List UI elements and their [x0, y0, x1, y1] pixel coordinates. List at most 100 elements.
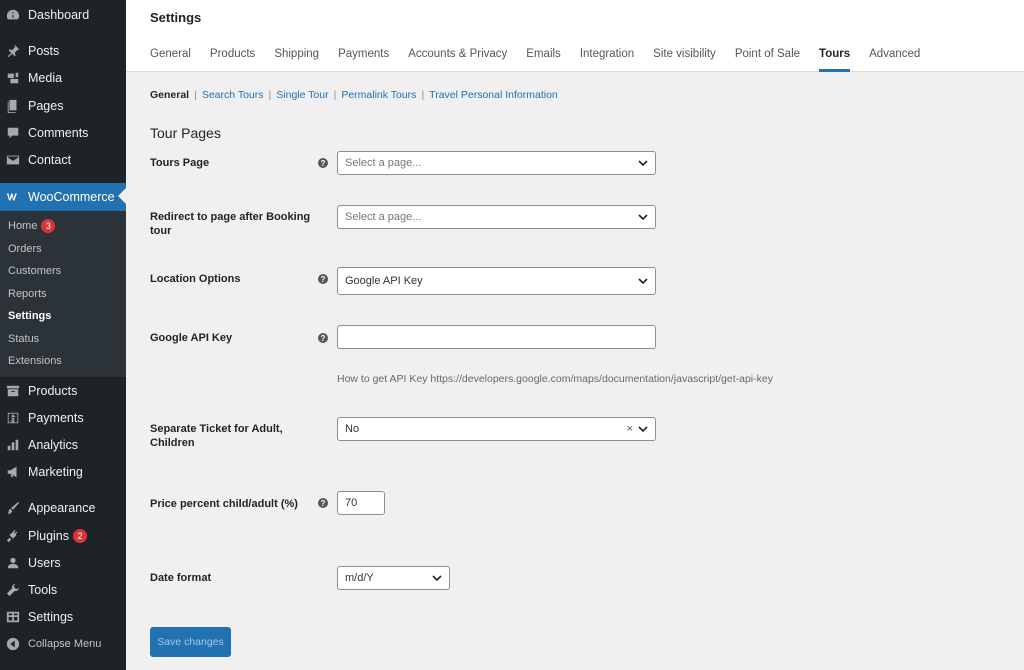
- sidebar-item-label: Marketing: [28, 465, 83, 479]
- mail-icon: [6, 153, 20, 167]
- sidebar-item-label: Posts: [28, 44, 60, 58]
- tab-shipping[interactable]: Shipping: [274, 48, 319, 72]
- sidebar-item-users[interactable]: Users: [0, 550, 126, 576]
- dashboard-icon: [6, 8, 20, 22]
- sidebar-item-payments[interactable]: Payments: [0, 405, 126, 431]
- sidebar-item-comments[interactable]: Comments: [0, 120, 126, 146]
- update-count-badge: 2: [73, 529, 87, 543]
- chevron-down-icon: [432, 575, 442, 582]
- location-options-label: Location Options: [150, 273, 241, 285]
- help-icon[interactable]: ?: [318, 333, 328, 343]
- section-title: Tour Pages: [150, 125, 221, 141]
- tours-page-select[interactable]: Select a page...: [337, 151, 656, 175]
- tab-products[interactable]: Products: [210, 48, 255, 72]
- sidebar-item-label: Comments: [28, 126, 89, 140]
- update-count-badge: 3: [41, 219, 56, 233]
- sidebar-item-products[interactable]: Products: [0, 378, 126, 404]
- submenu-item-settings[interactable]: Settings: [8, 307, 51, 325]
- admin-sidebar: Dashboard Posts Media Pages Comments Con…: [0, 0, 126, 670]
- subnav-permalink-tours[interactable]: Permalink Tours: [341, 89, 416, 101]
- submenu-item-home[interactable]: Home 3: [8, 217, 56, 235]
- tab-general[interactable]: General: [150, 48, 191, 72]
- sidebar-item-label: Appearance: [28, 501, 96, 515]
- sidebar-item-label: Analytics: [28, 438, 79, 452]
- sidebar-item-marketing[interactable]: Marketing: [0, 459, 126, 485]
- submenu-item-orders[interactable]: Orders: [8, 240, 42, 258]
- subnav-separator: |: [194, 89, 197, 101]
- date-format-select[interactable]: m/d/Y: [337, 566, 450, 590]
- dollar-icon: [6, 411, 20, 425]
- tours-page-label: Tours Page: [150, 157, 210, 169]
- submenu-item-status[interactable]: Status: [8, 330, 39, 348]
- user-icon: [6, 556, 20, 570]
- select-value: m/d/Y: [345, 572, 374, 584]
- sidebar-item-settings[interactable]: Settings: [0, 604, 126, 630]
- sidebar-item-posts[interactable]: Posts: [0, 38, 126, 64]
- select-value: No: [345, 423, 360, 435]
- subnav-search-tours[interactable]: Search Tours: [202, 89, 264, 101]
- sidebar-item-appearance[interactable]: Appearance: [0, 495, 126, 521]
- tab-integration[interactable]: Integration: [580, 48, 634, 72]
- sidebar-item-analytics[interactable]: Analytics: [0, 432, 126, 458]
- subnav-separator: |: [421, 89, 425, 101]
- help-icon[interactable]: ?: [318, 158, 328, 168]
- pin-icon: [6, 44, 20, 58]
- sidebar-item-pages[interactable]: Pages: [0, 93, 126, 119]
- plugin-icon: [6, 529, 20, 543]
- subnav-separator: |: [333, 89, 337, 101]
- submenu-item-customers[interactable]: Customers: [8, 262, 61, 280]
- page-title: Settings: [150, 10, 202, 25]
- clear-icon[interactable]: ×: [627, 423, 633, 435]
- select-placeholder: Select a page...: [345, 157, 422, 169]
- save-changes-button[interactable]: Save changes: [150, 627, 231, 657]
- tab-tours[interactable]: Tours: [819, 48, 851, 72]
- date-format-label: Date format: [150, 572, 212, 584]
- tab-site-visibility[interactable]: Site visibility: [653, 48, 716, 72]
- price-percent-input[interactable]: [337, 491, 385, 515]
- tab-emails[interactable]: Emails: [526, 48, 561, 72]
- pages-icon: [6, 99, 20, 113]
- sidebar-item-plugins[interactable]: Plugins 2: [0, 523, 126, 549]
- redirect-page-select[interactable]: Select a page...: [337, 205, 656, 229]
- tab-payments[interactable]: Payments: [338, 48, 389, 72]
- settings-icon: [6, 610, 20, 624]
- chevron-down-icon: [638, 426, 648, 433]
- submenu-item-extensions[interactable]: Extensions: [8, 352, 62, 370]
- section-subnav: General | Search Tours | Single Tour | P…: [150, 89, 558, 101]
- separate-ticket-select[interactable]: No ×: [337, 417, 656, 441]
- select-placeholder: Select a page...: [345, 211, 422, 223]
- subnav-single-tour[interactable]: Single Tour: [276, 89, 328, 101]
- help-icon[interactable]: ?: [318, 498, 328, 508]
- sidebar-item-woocommerce[interactable]: WooCommerce: [0, 183, 126, 211]
- archive-icon: [6, 384, 20, 398]
- tab-advanced[interactable]: Advanced: [869, 48, 920, 72]
- brush-icon: [6, 501, 20, 515]
- megaphone-icon: [6, 465, 20, 479]
- sidebar-item-label: Users: [28, 556, 61, 570]
- tab-point-of-sale[interactable]: Point of Sale: [735, 48, 800, 72]
- api-key-description: How to get API Key https://developers.go…: [337, 373, 773, 385]
- subnav-travel-personal-information[interactable]: Travel Personal Information: [429, 89, 558, 101]
- sidebar-item-contact[interactable]: Contact: [0, 147, 126, 173]
- location-options-select[interactable]: Google API Key: [337, 267, 656, 295]
- sidebar-item-label: Collapse Menu: [28, 638, 102, 650]
- settings-header: Settings General Products Shipping Payme…: [126, 0, 1024, 72]
- sidebar-item-dashboard[interactable]: Dashboard: [0, 2, 126, 28]
- price-percent-label: Price percent child/adult (%): [150, 498, 298, 510]
- sidebar-item-label: Contact: [28, 153, 72, 167]
- woocommerce-submenu: Home 3 Orders Customers Reports Settings…: [0, 211, 126, 377]
- sidebar-item-tools[interactable]: Tools: [0, 577, 126, 603]
- help-icon[interactable]: ?: [318, 274, 328, 284]
- sidebar-item-media[interactable]: Media: [0, 65, 126, 91]
- tab-accounts-privacy[interactable]: Accounts & Privacy: [408, 48, 507, 72]
- sidebar-item-label: Pages: [28, 99, 64, 113]
- separate-ticket-label: Separate Ticket for Adult, Children: [150, 423, 283, 449]
- sidebar-item-label: Tools: [28, 583, 58, 597]
- settings-tabs: General Products Shipping Payments Accou…: [150, 48, 939, 72]
- collapse-menu-button[interactable]: Collapse Menu: [0, 631, 126, 657]
- google-api-key-input[interactable]: [337, 325, 656, 349]
- subnav-general[interactable]: General: [150, 89, 189, 101]
- subnav-separator: |: [268, 89, 272, 101]
- submenu-item-reports[interactable]: Reports: [8, 285, 47, 303]
- sidebar-item-label: Payments: [28, 411, 84, 425]
